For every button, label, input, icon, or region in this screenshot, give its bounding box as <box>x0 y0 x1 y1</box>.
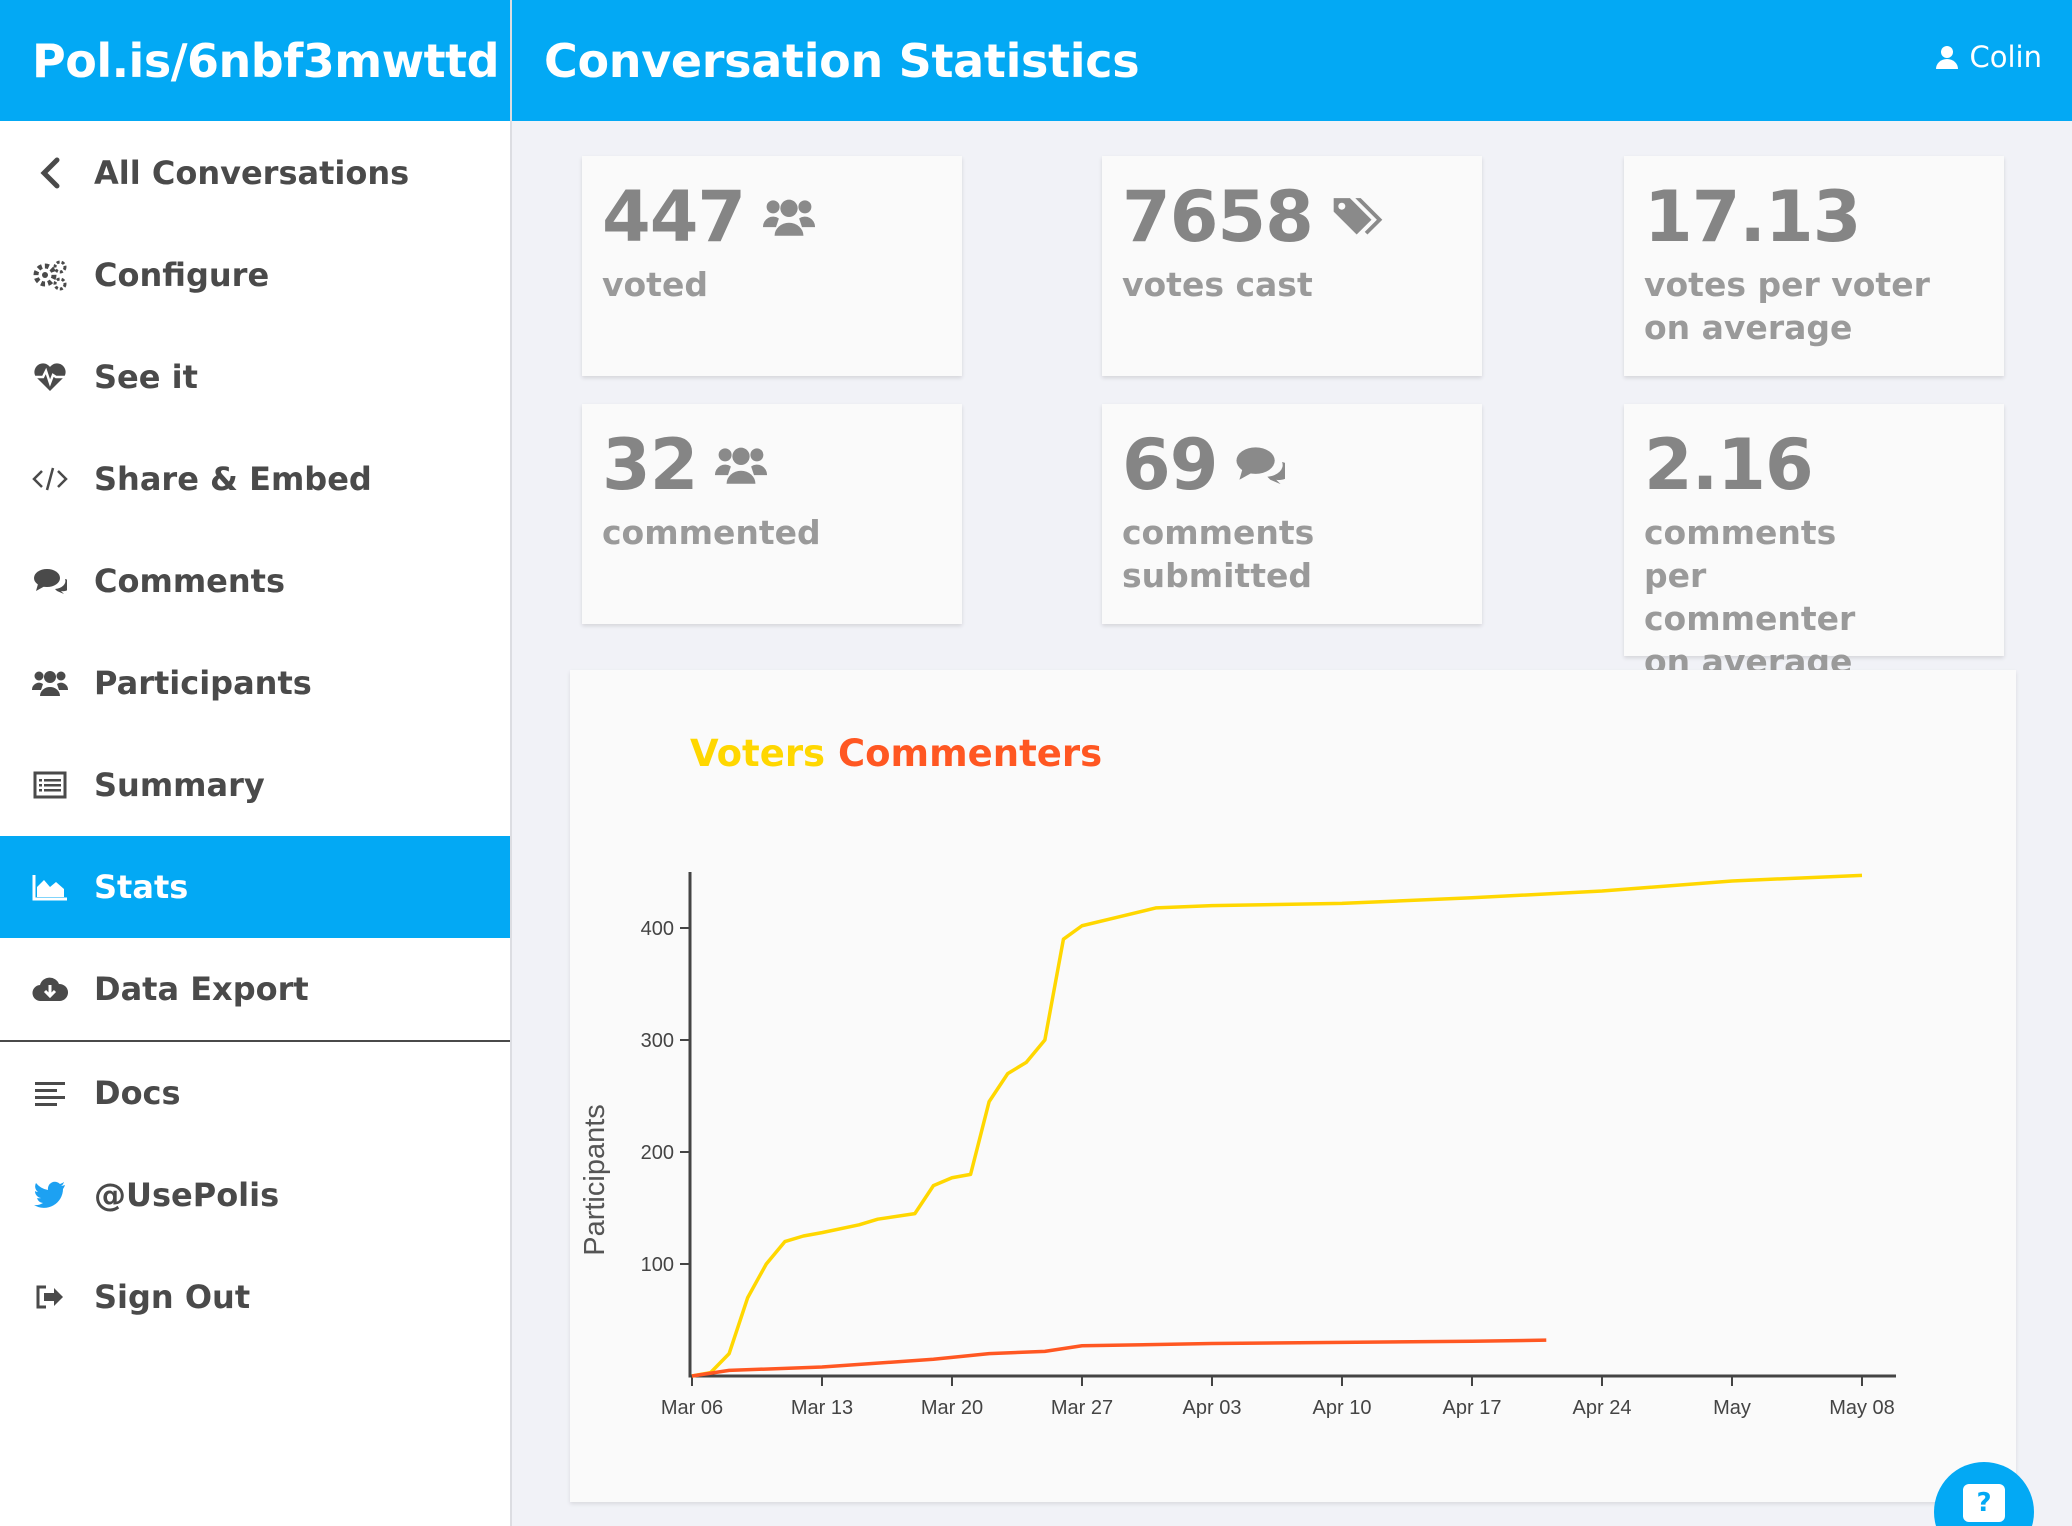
code-icon <box>32 461 68 497</box>
user-menu[interactable]: Colin <box>1935 40 2043 74</box>
stat-label: votes per voter on average <box>1644 265 1930 347</box>
sidebar-item-summary[interactable]: Summary <box>0 734 510 836</box>
y-tick-label: 300 <box>641 1030 674 1052</box>
sidebar-item-stats[interactable]: Stats <box>0 836 510 938</box>
sign-out-icon <box>32 1279 68 1315</box>
stat-value: 2.16 <box>1644 424 1814 506</box>
page-title: Conversation Statistics <box>544 33 1140 88</box>
cloud-download-icon <box>32 971 68 1007</box>
sidebar-item-label: Docs <box>94 1074 181 1112</box>
sidebar-item-all-conversations[interactable]: All Conversations <box>0 122 510 224</box>
stat-card-commented: 32 commented <box>582 404 962 624</box>
help-icon: ? <box>1963 1484 2005 1522</box>
stat-card-votes-per-voter: 17.13 votes per voter on average <box>1624 156 2004 376</box>
users-icon <box>715 442 768 488</box>
x-tick-label: Apr 17 <box>1443 1397 1502 1419</box>
stat-label: voted <box>602 265 708 304</box>
x-tick-label: Mar 20 <box>921 1397 983 1419</box>
twitter-icon <box>32 1177 68 1213</box>
users-icon <box>763 194 816 240</box>
chart-axes <box>688 872 1896 1378</box>
x-tick-label: Mar 06 <box>661 1397 723 1419</box>
x-tick-label: Apr 03 <box>1183 1397 1242 1419</box>
sidebar-item-see-it[interactable]: See it <box>0 326 510 428</box>
stat-label: comments submitted <box>1122 513 1315 595</box>
sidebar-item-sign-out[interactable]: Sign Out <box>0 1246 510 1348</box>
chevron-left-icon <box>32 155 68 191</box>
x-tick-label: Apr 10 <box>1313 1397 1372 1419</box>
tags-icon <box>1331 194 1385 240</box>
sidebar-item-comments[interactable]: Comments <box>0 530 510 632</box>
stat-label: comments per commenter on average <box>1644 513 1856 681</box>
brand-title[interactable]: Pol.is/6nbf3mwttd <box>0 0 510 121</box>
sidebar-item-label: Stats <box>94 868 189 906</box>
heartbeat-icon <box>32 359 68 395</box>
y-tick-label: 200 <box>641 1142 674 1164</box>
x-tick-label: May 08 <box>1829 1397 1895 1419</box>
gears-icon <box>32 257 68 293</box>
stat-value: 32 <box>602 424 698 506</box>
sidebar-item-label: Data Export <box>94 970 309 1008</box>
x-tick-label: Mar 27 <box>1051 1397 1113 1419</box>
sidebar-item-label: Participants <box>94 664 312 702</box>
sidebar-item-label: Share & Embed <box>94 460 372 498</box>
x-tick-label: Apr 24 <box>1573 1397 1632 1419</box>
top-header: Conversation Statistics Colin <box>512 0 2072 121</box>
comments-icon <box>32 563 68 599</box>
stat-card-voted: 447 voted <box>582 156 962 376</box>
align-left-icon <box>32 1075 68 1111</box>
area-chart-icon <box>32 869 68 905</box>
sidebar-item-twitter[interactable]: @UsePolis <box>0 1144 510 1246</box>
sidebar-item-label: Summary <box>94 766 265 804</box>
sidebar-item-data-export[interactable]: Data Export <box>0 938 510 1040</box>
series-line-commenters <box>691 1338 1547 1378</box>
sidebar-item-share-embed[interactable]: Share & Embed <box>0 428 510 530</box>
participants-chart-card: Voters Commenters 100 200 300 400 Mar 06 Mar … <box>570 670 2016 1502</box>
sidebar-item-label: Comments <box>94 562 285 600</box>
stat-value: 447 <box>602 176 746 258</box>
stat-label: commented <box>602 513 821 552</box>
sidebar-item-label: Configure <box>94 256 270 294</box>
series-line-voters <box>691 873 1863 1378</box>
sidebar-item-docs[interactable]: Docs <box>0 1042 510 1144</box>
y-tick-label: 400 <box>641 918 674 940</box>
sidebar-item-configure[interactable]: Configure <box>0 224 510 326</box>
stat-card-votes-cast: 7658 votes cast <box>1102 156 1482 376</box>
comments-icon <box>1235 444 1286 486</box>
app: Pol.is/6nbf3mwttd All Conversations Conf… <box>0 0 2072 1526</box>
x-tick-label: Mar 13 <box>791 1397 853 1419</box>
x-tick-label: May <box>1713 1397 1751 1419</box>
user-name: Colin <box>1969 40 2043 74</box>
y-axis-label: Participants <box>579 1104 611 1256</box>
list-alt-icon <box>32 767 68 803</box>
stat-value: 7658 <box>1122 176 1314 258</box>
stat-card-comments-per-commenter: 2.16 comments per commenter on average <box>1624 404 2004 681</box>
y-tick-label: 100 <box>641 1254 674 1276</box>
sidebar-item-label: See it <box>94 358 198 396</box>
sidebar: Pol.is/6nbf3mwttd All Conversations Conf… <box>0 0 512 1526</box>
sidebar-item-label: All Conversations <box>94 154 410 192</box>
user-icon <box>1935 46 1958 69</box>
stat-value: 69 <box>1122 424 1218 506</box>
participants-chart: 100 200 300 400 Mar 06 Mar 13 Mar 20 Mar 27 Apr … <box>579 872 1896 1419</box>
stat-label: votes cast <box>1122 265 1313 304</box>
sidebar-item-participants[interactable]: Participants <box>0 632 510 734</box>
sidebar-item-label: @UsePolis <box>94 1176 280 1214</box>
stat-value: 17.13 <box>1644 176 1861 258</box>
users-icon <box>32 665 68 701</box>
stat-card-comments-submitted: 69 comments submitted <box>1102 404 1482 624</box>
sidebar-item-label: Sign Out <box>94 1278 251 1316</box>
